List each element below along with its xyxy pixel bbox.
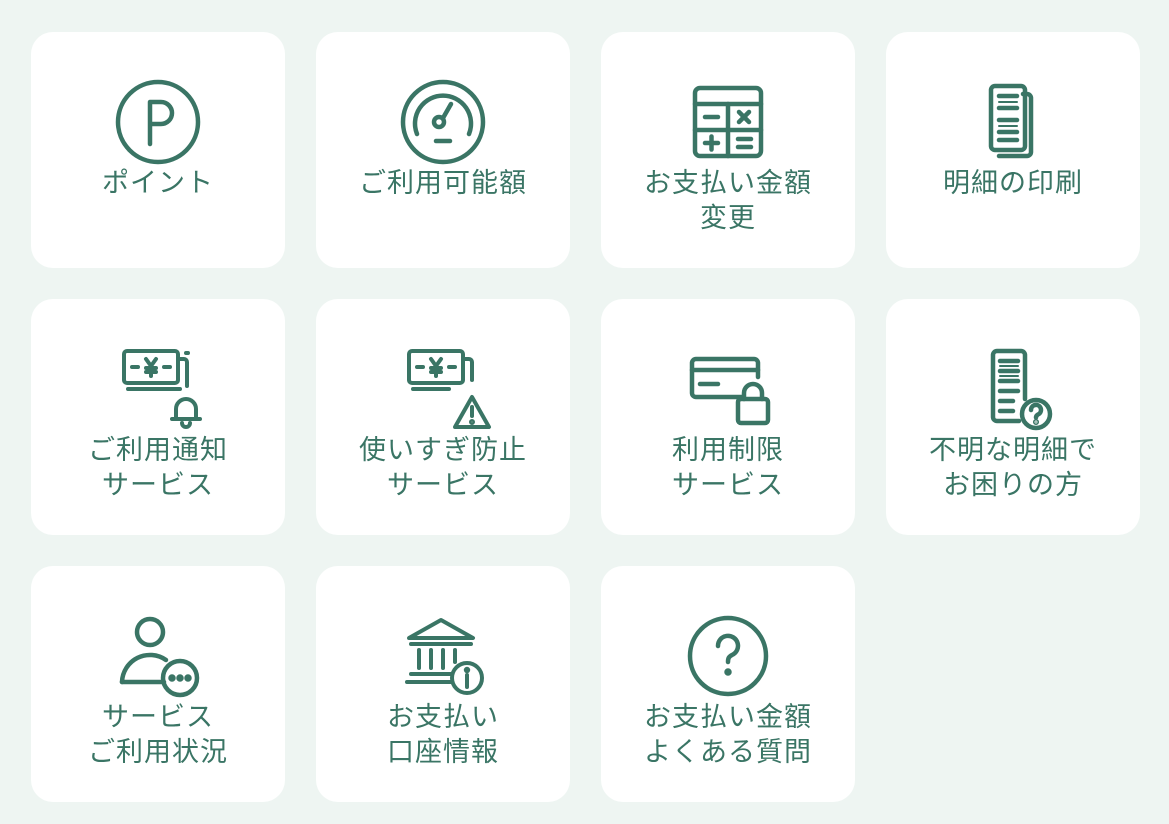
tile-label: お支払い金額 変更 <box>644 168 812 234</box>
tile-label: 不明な明細で お困りの方 <box>929 435 1097 501</box>
tile-payment-amount-faq[interactable]: お支払い金額 よくある質問 <box>601 566 855 802</box>
tile-statement-print[interactable]: 明細の印刷 <box>886 32 1140 268</box>
tile-label: 利用制限 サービス <box>672 435 784 501</box>
tile-service-usage-status[interactable]: サービス ご利用状況 <box>31 566 285 802</box>
tile-usage-restriction[interactable]: 利用制限 サービス <box>601 299 855 535</box>
tile-label: サービス ご利用状況 <box>88 702 228 768</box>
user-more-icon <box>31 606 285 706</box>
tile-available-amount[interactable]: ご利用可能額 <box>316 32 570 268</box>
tile-overuse-prevention[interactable]: 使いすぎ防止 サービス <box>316 299 570 535</box>
tile-point[interactable]: ポイント <box>31 32 285 268</box>
tile-label: お支払い 口座情報 <box>387 702 499 768</box>
tile-label: ポイント <box>102 168 214 199</box>
bank-info-icon <box>316 606 570 706</box>
tile-label: 使いすぎ防止 サービス <box>359 435 527 501</box>
gauge-icon <box>316 72 570 172</box>
service-menu-grid: ポイント ご利用可能額 お支払い金額 変更 明細の印刷 ご利用通知 サービス 使… <box>31 32 1140 802</box>
question-circle-icon <box>601 606 855 706</box>
tile-payment-account-info[interactable]: お支払い 口座情報 <box>316 566 570 802</box>
tile-label: お支払い金額 よくある質問 <box>644 702 812 768</box>
tile-label: 明細の印刷 <box>943 168 1083 199</box>
tile-label: ご利用可能額 <box>359 168 527 199</box>
tile-usage-notification[interactable]: ご利用通知 サービス <box>31 299 285 535</box>
statement-question-icon <box>886 339 1140 439</box>
statement-print-icon <box>886 72 1140 172</box>
calculator-icon <box>601 72 855 172</box>
tile-label: ご利用通知 サービス <box>88 435 228 501</box>
yen-bill-bell-icon <box>31 339 285 439</box>
tile-unknown-statement[interactable]: 不明な明細で お困りの方 <box>886 299 1140 535</box>
tile-payment-amount-change[interactable]: お支払い金額 変更 <box>601 32 855 268</box>
card-lock-icon <box>601 339 855 439</box>
point-icon <box>31 72 285 172</box>
yen-bill-warning-icon <box>316 339 570 439</box>
